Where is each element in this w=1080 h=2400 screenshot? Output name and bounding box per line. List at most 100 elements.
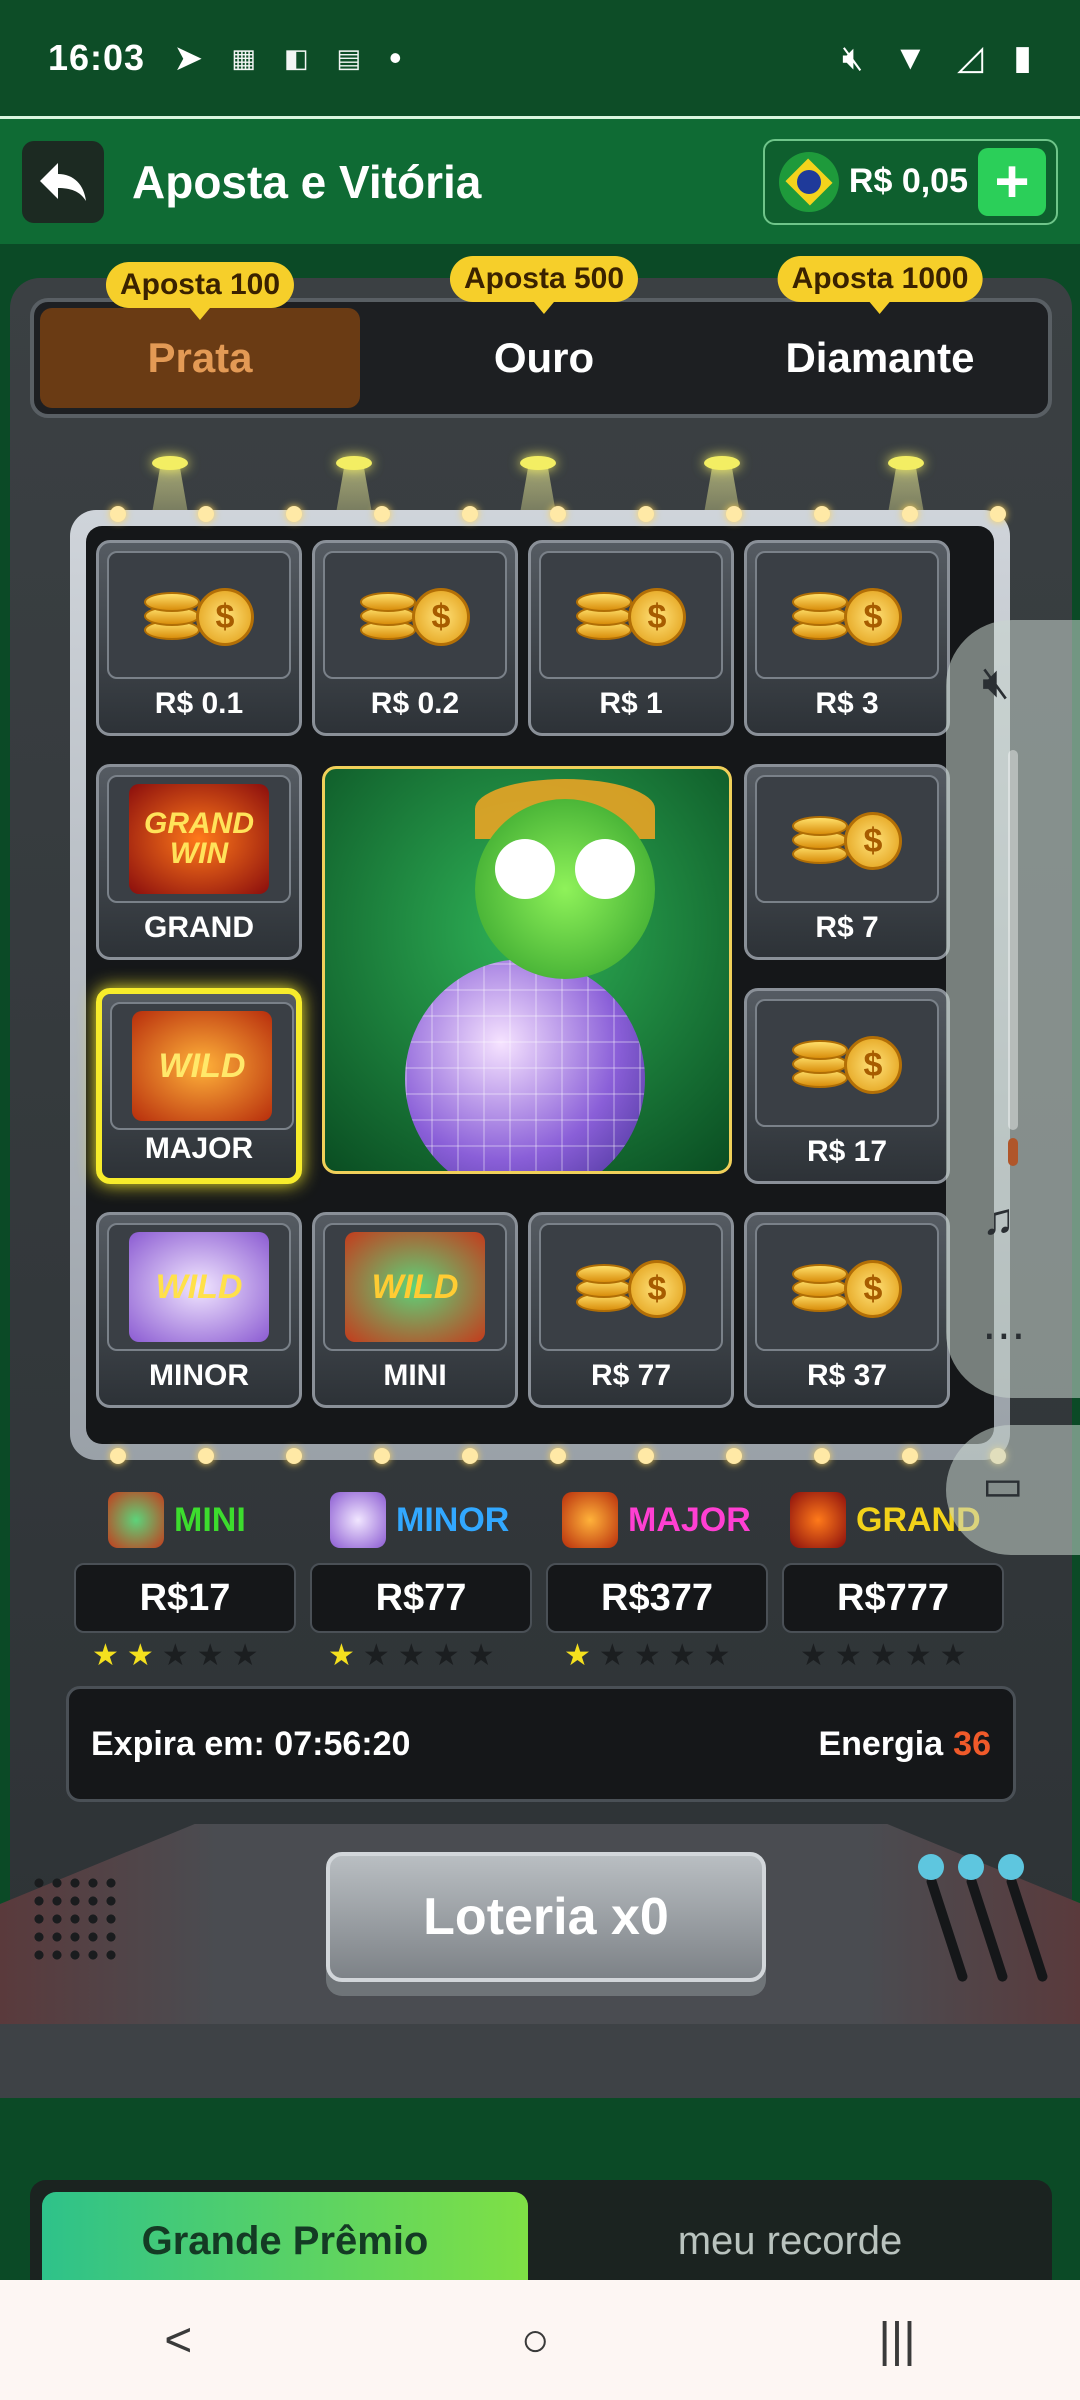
telegram-icon: ➤ xyxy=(173,37,204,78)
jackpot-major-stars: ★ ★ ★ ★ ★ xyxy=(564,1638,731,1674)
levers-icon xyxy=(912,1854,1052,1994)
star-icon: ★ xyxy=(598,1639,626,1672)
prize-art: $ xyxy=(755,999,939,1127)
prize-cell: WILD MAJOR xyxy=(96,988,302,1184)
light-bulb-icon xyxy=(902,506,918,522)
balance-box: R$ 0,05 + xyxy=(762,138,1058,225)
wild-dragon-icon: WILD xyxy=(345,1232,485,1342)
prize-cell: $ R$ 0.2 xyxy=(312,540,518,736)
app-header: Aposta e Vitória R$ 0,05 + xyxy=(0,116,1080,244)
star-icon: ★ xyxy=(633,1639,661,1672)
pdf-icon: ▤ xyxy=(336,42,361,73)
more-options-icon[interactable]: ⋯ xyxy=(982,1310,1026,1361)
gold-coins-icon: $ xyxy=(576,580,686,650)
prize-label: MAJOR xyxy=(144,1132,254,1165)
prize-cell: WILD MINI xyxy=(312,1212,518,1408)
prize-art: $ xyxy=(323,551,507,679)
prize-art: $ xyxy=(755,775,939,903)
tab-label: Diamante xyxy=(785,334,975,381)
prize-art: GRAND WIN xyxy=(107,775,291,903)
battery-icon: ▮ xyxy=(1013,39,1032,77)
jackpot-minor-title: MINOR xyxy=(330,1490,509,1550)
light-bulb-icon xyxy=(550,1448,566,1464)
prize-label: R$ 0.2 xyxy=(370,687,460,720)
page-title: Aposta e Vitória xyxy=(132,155,482,208)
tier-badge: Aposta 1000 xyxy=(777,256,983,314)
prize-art: $ xyxy=(539,1223,723,1351)
gold-coins-icon: $ xyxy=(792,580,902,650)
star-icon: ★ xyxy=(196,1639,224,1672)
light-bulb-icon xyxy=(638,506,654,522)
nav-recents-icon[interactable]: ||| xyxy=(878,2313,915,2368)
jackpot-grand-value: R$777 xyxy=(782,1563,1004,1633)
prize-label: R$ 17 xyxy=(806,1135,888,1168)
light-bulb-icon xyxy=(990,506,1006,522)
speaker-grille-icon xyxy=(30,1874,120,1964)
mute-toggle-icon[interactable]: 🔇︎ xyxy=(982,658,1010,708)
mute-icon: 🔇︎ xyxy=(842,38,864,77)
prize-art: WILD xyxy=(110,1002,294,1130)
volume-track[interactable] xyxy=(1008,750,1018,1130)
gold-coins-icon: $ xyxy=(792,804,902,874)
jackpot-titles: MINI MINOR MAJOR GRAND xyxy=(80,1490,1020,1550)
light-bulb-icon xyxy=(814,1448,830,1464)
jackpot-minor-stars: ★ ★ ★ ★ ★ xyxy=(328,1638,495,1674)
light-bulb-icon xyxy=(110,506,126,522)
balance-value: R$ 0,05 xyxy=(848,162,968,200)
light-bulb-icon xyxy=(902,1448,918,1464)
back-button[interactable] xyxy=(22,140,104,223)
prize-cell: $ R$ 7 xyxy=(744,764,950,960)
signal-icon: ◿ xyxy=(957,39,984,77)
jackpot-mini-value: R$17 xyxy=(74,1563,296,1633)
star-icon: ★ xyxy=(703,1639,731,1672)
prize-art: WILD xyxy=(107,1223,291,1351)
prize-art: $ xyxy=(107,551,291,679)
tab-meu-recorde[interactable]: meu recorde xyxy=(550,2192,1030,2290)
prize-cell: $ R$ 1 xyxy=(528,540,734,736)
prize-cell: $ R$ 3 xyxy=(744,540,950,736)
jackpot-major-title: MAJOR xyxy=(562,1490,751,1550)
nav-home-icon[interactable]: ○ xyxy=(521,2313,550,2368)
tab-grande-premio[interactable]: Grande Prêmio xyxy=(42,2192,528,2290)
prize-board: $ R$ 0.1 $ R$ 0.2 $ R$ 1 $ R$ 3 GRAND WIN GRAND $ R… xyxy=(86,526,994,1444)
prize-cell: $ R$ 0.1 xyxy=(96,540,302,736)
tab-prata[interactable]: Aposta 100 Prata xyxy=(40,262,360,408)
status-bar: 16:03 ➤ ▦ ◧ ▤ • 🔇︎ ▼ ◿ ▮ xyxy=(0,0,1080,116)
add-funds-button[interactable]: + xyxy=(978,147,1046,216)
tab-diamante[interactable]: Aposta 1000 Diamante xyxy=(720,256,1040,414)
prize-art: $ xyxy=(755,551,939,679)
music-note-icon[interactable]: ♫ xyxy=(982,1195,1015,1245)
prize-label: R$ 77 xyxy=(590,1359,672,1392)
status-time: 16:03 xyxy=(48,37,146,78)
light-bulb-icon xyxy=(198,1448,214,1464)
prize-label: R$ 1 xyxy=(599,687,663,720)
wild-dragon-icon xyxy=(108,1492,164,1548)
star-icon: ★ xyxy=(834,1639,862,1672)
tab-ouro[interactable]: Aposta 500 Ouro xyxy=(384,256,704,414)
star-icon: ★ xyxy=(161,1639,189,1672)
dot-icon: • xyxy=(388,37,402,78)
energy-label: Energia xyxy=(818,1724,944,1763)
lottery-button[interactable]: Loteria x0 xyxy=(326,1852,766,1982)
prize-label: R$ 7 xyxy=(815,911,879,944)
spotlight-icon xyxy=(520,456,556,470)
nav-back-icon[interactable]: < xyxy=(164,2313,192,2368)
jackpot-values: R$17 R$77 R$377 R$777 xyxy=(74,1563,1014,1633)
temu-icon: ▦ xyxy=(231,42,256,73)
gold-coins-icon: $ xyxy=(792,1028,902,1098)
jackpot-minor-value: R$77 xyxy=(310,1563,532,1633)
info-bar: Expira em: 07:56:20 Energia 36 xyxy=(66,1686,1016,1802)
prize-label: MINI xyxy=(383,1359,447,1392)
tier-badge: Aposta 100 xyxy=(105,262,295,320)
jackpot-major-value: R$377 xyxy=(546,1563,768,1633)
prize-art: WILD xyxy=(323,1223,507,1351)
wifi-icon: ▼ xyxy=(893,38,928,77)
gold-coins-icon: $ xyxy=(792,1252,902,1322)
prize-board-frame: $ R$ 0.1 $ R$ 0.2 $ R$ 1 $ R$ 3 GRAND WIN GRAND $ R… xyxy=(70,506,1010,1464)
star-icon: ★ xyxy=(668,1639,696,1672)
star-icon: ★ xyxy=(126,1639,154,1672)
gold-coins-icon: $ xyxy=(144,580,254,650)
spotlight-icon xyxy=(336,456,372,470)
prize-label: R$ 0.1 xyxy=(154,687,244,720)
volume-thumb[interactable] xyxy=(1008,1138,1018,1166)
